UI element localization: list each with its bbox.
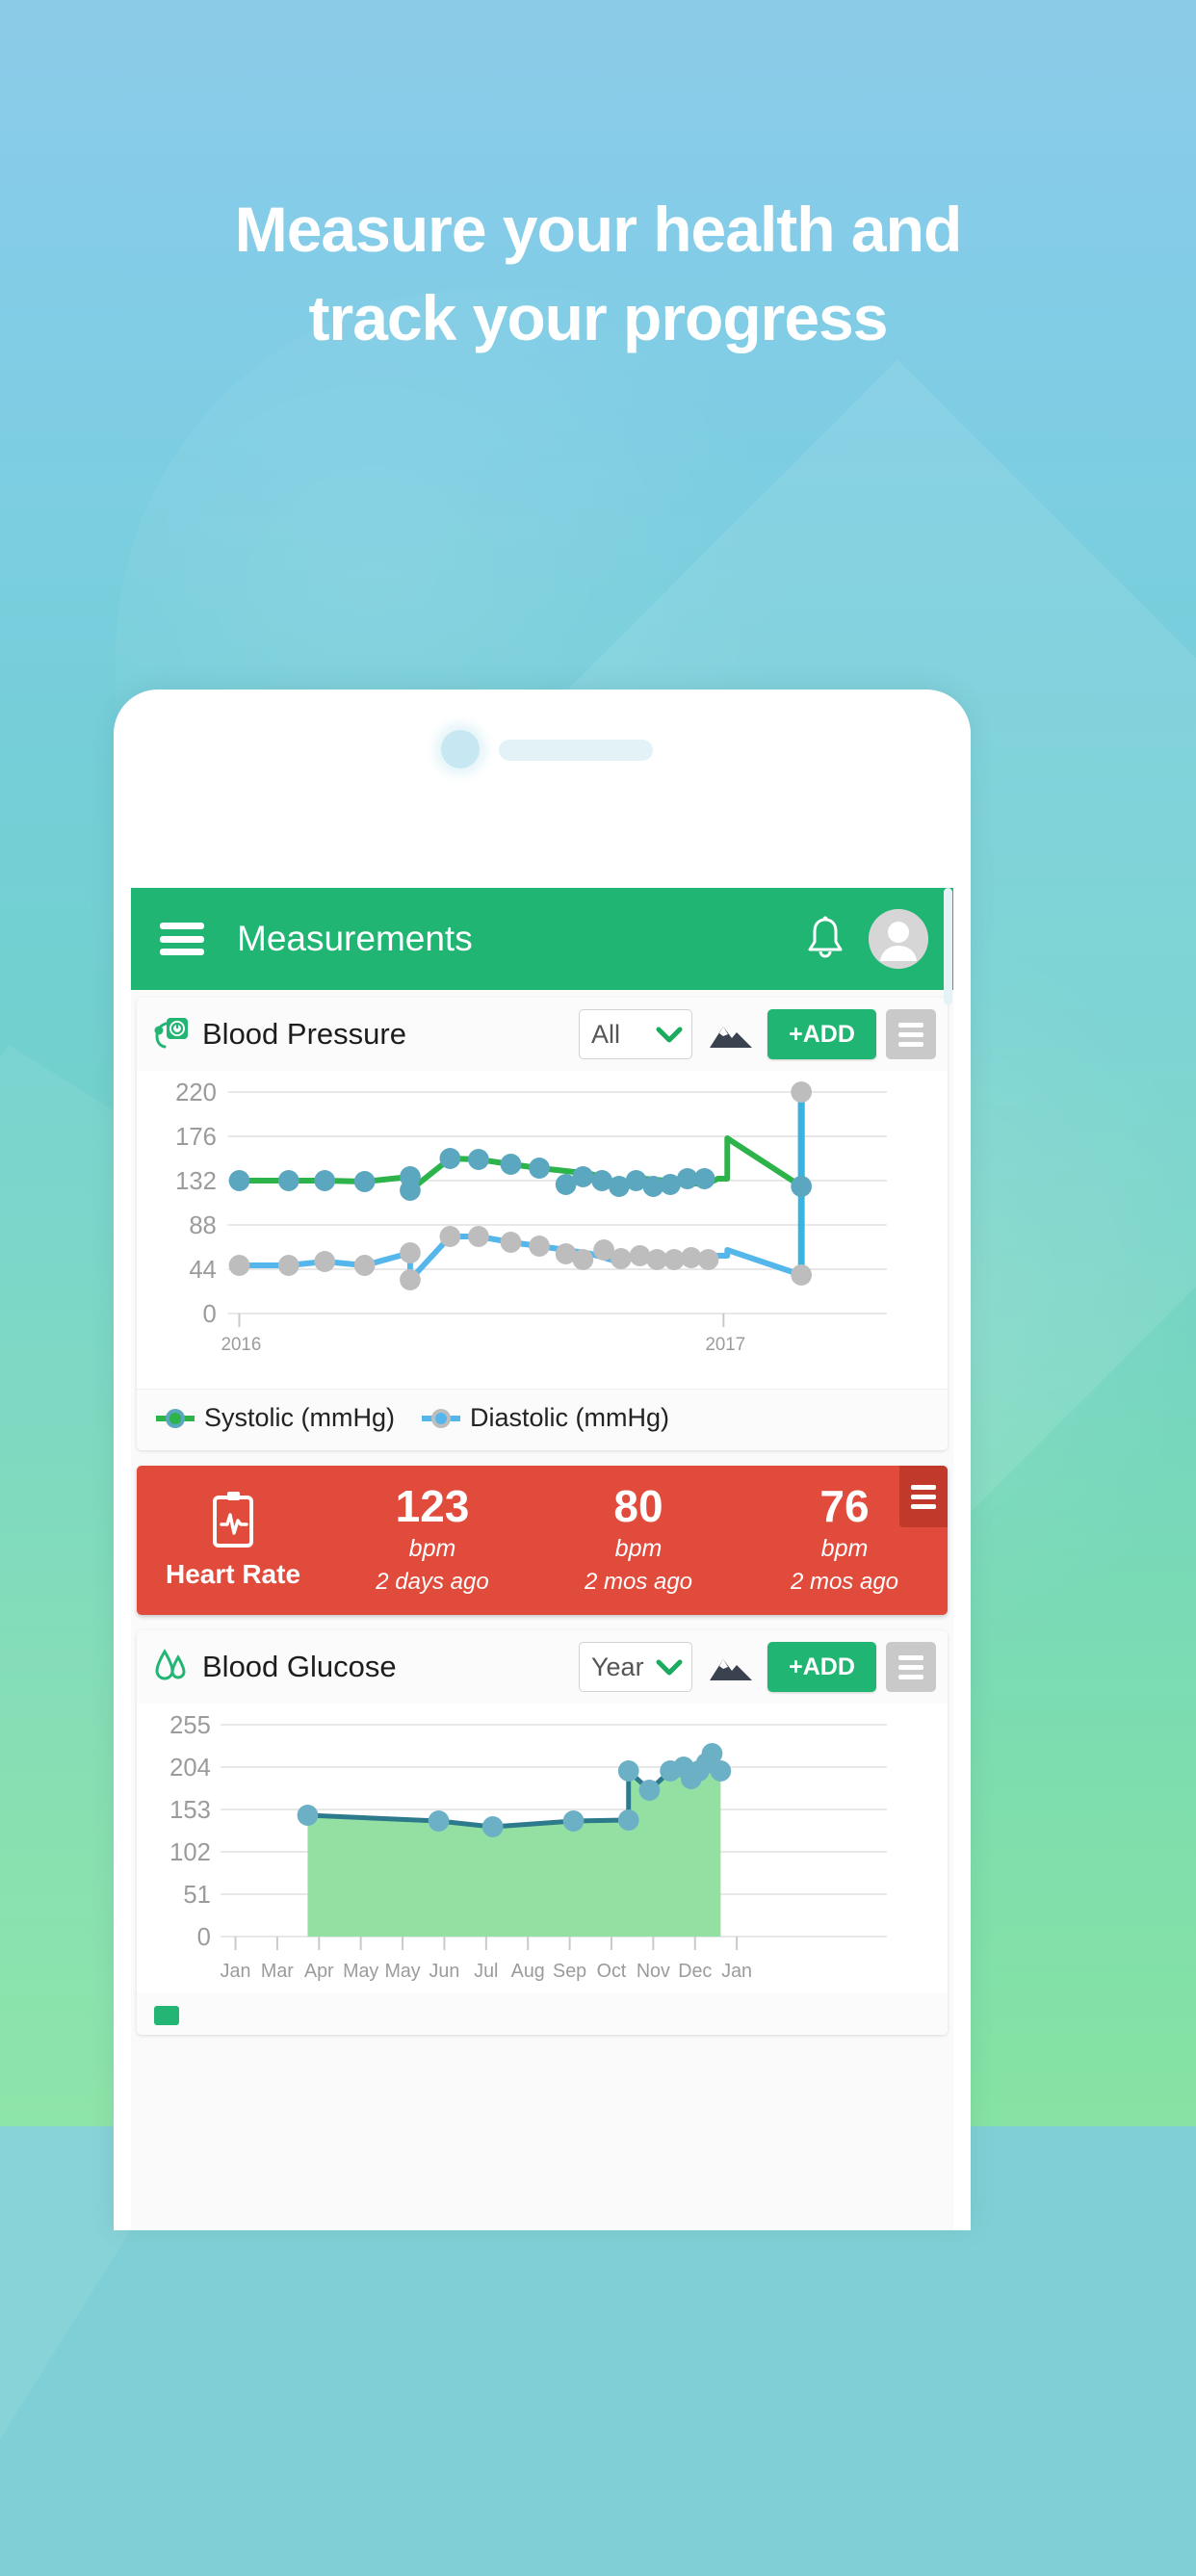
heart-rate-reading: 123 bpm 2 days ago [329, 1483, 535, 1596]
svg-text:Jun: Jun [429, 1961, 460, 1982]
svg-text:132: 132 [175, 1168, 217, 1195]
svg-text:Sep: Sep [553, 1961, 586, 1982]
front-camera-icon [441, 730, 480, 768]
hamburger-icon[interactable] [160, 923, 204, 955]
blood-glucose-add-button[interactable]: +ADD [767, 1642, 876, 1693]
svg-text:44: 44 [189, 1257, 216, 1284]
heart-rate-unit: bpm [820, 1535, 869, 1563]
blood-glucose-legend [137, 2006, 948, 2036]
heart-rate-readings: 123 bpm 2 days ago 80 bpm 2 mos ago 76 b… [329, 1483, 948, 1596]
svg-text:176: 176 [175, 1124, 217, 1151]
heart-rate-value: 123 [395, 1481, 470, 1531]
chevron-down-icon [655, 1657, 684, 1677]
svg-text:255: 255 [169, 1712, 211, 1739]
heart-rate-unit: bpm [408, 1535, 456, 1563]
heart-rate-label: Heart Rate [165, 1558, 301, 1589]
heart-rate-timestamp: 2 days ago [376, 1569, 489, 1596]
diastolic-marker-icon [420, 1406, 462, 1431]
blood-pressure-title: Blood Pressure [202, 1017, 406, 1051]
legend-item-diastolic[interactable]: Diastolic (mmHg) [420, 1403, 669, 1433]
blood-glucose-list-button[interactable] [886, 1642, 936, 1693]
svg-text:2017: 2017 [705, 1334, 745, 1354]
heart-rate-value: 80 [613, 1481, 663, 1531]
svg-text:2016: 2016 [221, 1334, 262, 1354]
avatar[interactable] [869, 909, 928, 969]
app-bar: Measurements [131, 888, 953, 990]
mountain-image-icon[interactable] [706, 1013, 756, 1055]
glucose-legend-marker-icon [154, 2006, 179, 2026]
svg-text:51: 51 [183, 1882, 210, 1909]
page-title: Measurements [237, 919, 473, 958]
blood-glucose-range-value: Year [591, 1652, 644, 1681]
svg-text:May: May [384, 1961, 420, 1982]
hero-headline-line-2: track your progress [308, 282, 889, 353]
legend-label-diastolic: Diastolic (mmHg) [470, 1403, 670, 1432]
heart-rate-unit: bpm [614, 1535, 663, 1563]
blood-glucose-card: Blood Glucose Year +ADD 255 204 153 102 … [137, 1630, 948, 2036]
chevron-down-icon [655, 1025, 684, 1044]
blood-drops-icon [152, 1648, 191, 1686]
blood-glucose-range-select[interactable]: Year [579, 1642, 692, 1693]
svg-text:Jan: Jan [721, 1961, 752, 1982]
blood-pressure-card: Blood Pressure All +ADD 220 176 132 88 4… [137, 998, 948, 1450]
blood-glucose-card-footer [137, 1992, 948, 2007]
svg-text:Mar: Mar [261, 1961, 294, 1982]
svg-text:Aug: Aug [511, 1961, 545, 1982]
svg-text:Jul: Jul [474, 1961, 498, 1982]
heart-rate-timestamp: 2 mos ago [584, 1569, 693, 1596]
blood-glucose-chart[interactable]: 255 204 153 102 51 0 Jan Mar Apr May May… [137, 1704, 948, 1993]
screen-scrollbar[interactable] [944, 888, 952, 1005]
blood-pressure-range-select[interactable]: All [579, 1009, 692, 1059]
heart-rate-label-group: Heart Rate [137, 1490, 329, 1590]
svg-text:0: 0 [197, 1924, 211, 1951]
blood-pressure-range-value: All [591, 1019, 621, 1049]
mountain-image-icon[interactable] [706, 1646, 756, 1688]
heart-rate-reading: 80 bpm 2 mos ago [535, 1483, 741, 1596]
blood-pressure-list-button[interactable] [886, 1009, 936, 1059]
svg-text:0: 0 [203, 1301, 217, 1328]
svg-text:Jan: Jan [221, 1961, 251, 1982]
legend-label-systolic: Systolic (mmHg) [204, 1403, 396, 1432]
heart-rate-timestamp: 2 mos ago [790, 1569, 899, 1596]
blood-pressure-add-button[interactable]: +ADD [767, 1009, 876, 1059]
svg-text:220: 220 [175, 1080, 217, 1106]
svg-text:153: 153 [169, 1797, 211, 1824]
legend-item-systolic[interactable]: Systolic (mmHg) [154, 1403, 395, 1433]
heart-rate-clipboard-icon [208, 1490, 258, 1549]
svg-text:Nov: Nov [637, 1961, 670, 1982]
heart-rate-list-button[interactable] [899, 1466, 948, 1527]
hero-headline: Measure your health and track your progr… [0, 197, 1196, 350]
blood-glucose-card-header: Blood Glucose Year +ADD [137, 1630, 948, 1704]
phone-mockup: Measurements Blood Pressure All +ADD 220… [114, 690, 971, 2230]
blood-pressure-monitor-icon [152, 1015, 191, 1054]
svg-text:Oct: Oct [597, 1961, 627, 1982]
app-screen: Measurements Blood Pressure All +ADD 220… [131, 888, 953, 2230]
hero-headline-line-1: Measure your health and [234, 194, 963, 265]
svg-text:102: 102 [169, 1839, 211, 1866]
phone-top-bezel [114, 690, 971, 786]
blood-pressure-chart[interactable]: 220 176 132 88 44 0 2016 2017 [137, 1071, 948, 1389]
svg-text:May: May [343, 1961, 378, 1982]
blood-pressure-legend: Systolic (mmHg) Diastolic (mmHg) [137, 1389, 948, 1450]
blood-glucose-title: Blood Glucose [202, 1650, 397, 1684]
bell-icon[interactable] [803, 915, 847, 963]
earpiece-speaker [499, 740, 653, 761]
heart-rate-card[interactable]: Heart Rate 123 bpm 2 days ago 80 bpm 2 m… [137, 1466, 948, 1616]
systolic-marker-icon [154, 1406, 196, 1431]
blood-pressure-card-header: Blood Pressure All +ADD [137, 998, 948, 1071]
svg-text:88: 88 [189, 1212, 216, 1239]
svg-text:Dec: Dec [678, 1961, 712, 1982]
svg-text:Apr: Apr [304, 1961, 334, 1982]
svg-text:204: 204 [169, 1755, 211, 1782]
